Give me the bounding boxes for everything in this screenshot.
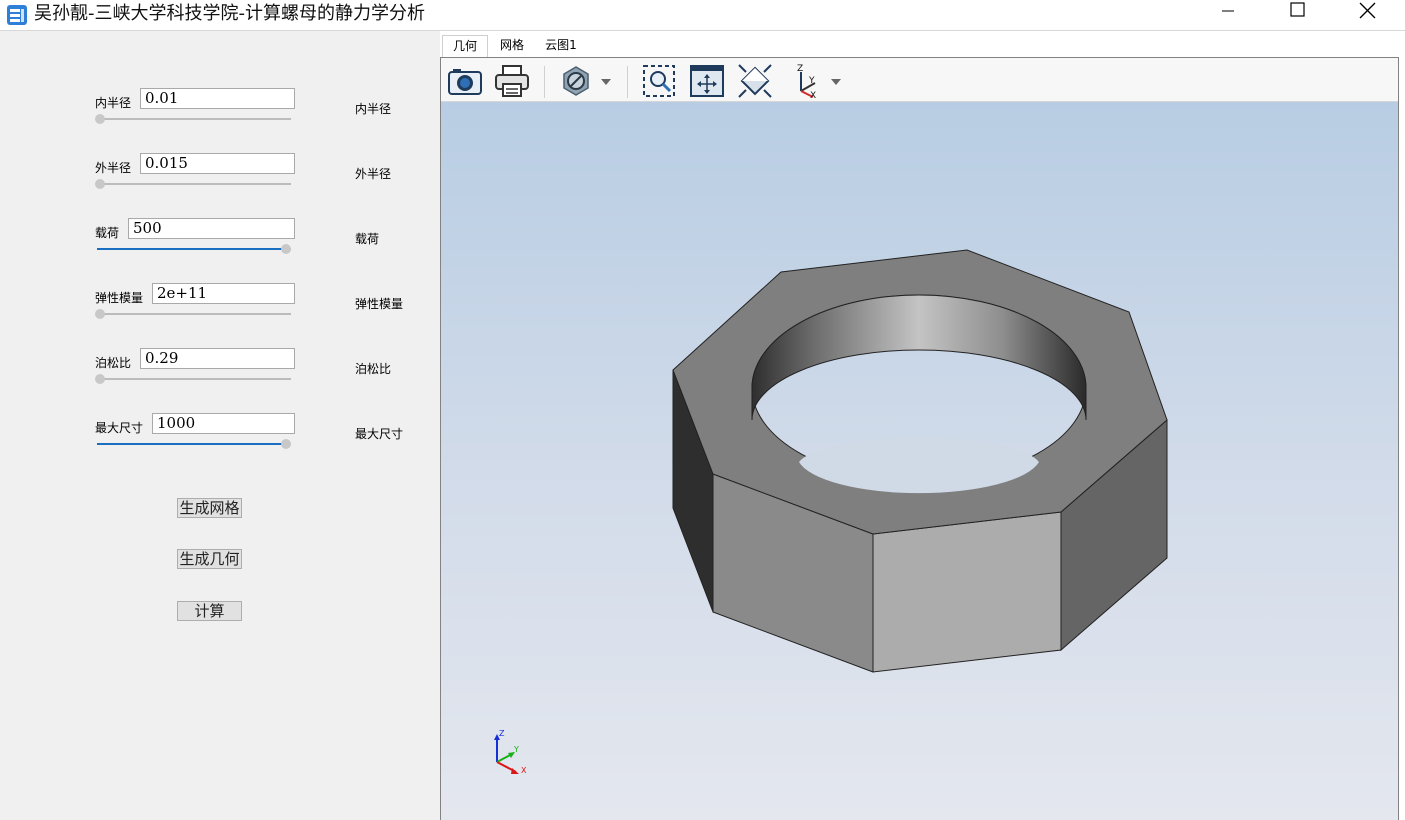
- axis-triad-icon: [494, 734, 519, 774]
- camera-icon[interactable]: [446, 63, 484, 99]
- viewer-panel: 几何 网格 云图1 Z Y X Z Y X: [440, 31, 1405, 820]
- inner-radius-label: 内半径: [95, 96, 132, 110]
- viewer-frame: Z Y X Z Y X: [440, 57, 1399, 820]
- svg-text:X: X: [810, 91, 816, 99]
- slider-thumb[interactable]: [95, 179, 105, 189]
- max-size-slider[interactable]: [97, 438, 293, 452]
- load-slider[interactable]: [97, 243, 293, 257]
- window-edge: [1399, 31, 1405, 820]
- slider-thumb[interactable]: [95, 309, 105, 319]
- tab-geometry[interactable]: 几何: [442, 35, 488, 57]
- tab-contour[interactable]: 云图1: [536, 35, 586, 57]
- slider-fill: [97, 443, 283, 445]
- poisson-ratio-slider[interactable]: [95, 373, 293, 387]
- elastic-modulus-input[interactable]: 2e+11: [152, 283, 295, 304]
- print-icon[interactable]: [493, 63, 531, 99]
- generate-geometry-button[interactable]: 生成几何: [177, 549, 242, 569]
- outer-radius-label: 外半径: [95, 161, 132, 175]
- view-orientation-icon[interactable]: Z Y X: [787, 63, 845, 99]
- tab-mesh[interactable]: 网格: [490, 35, 534, 57]
- title-bar: 吴孙靓-三峡大学科技学院-计算螺母的静力学分析: [0, 0, 1405, 30]
- elastic-modulus-slider[interactable]: [95, 308, 293, 322]
- triad-y-label: Y: [514, 745, 519, 754]
- display-mode-icon[interactable]: [558, 63, 616, 99]
- outer-radius-display: 外半径: [355, 167, 392, 181]
- parameter-panel: 内半径 0.01 内半径 外半径 0.015 外半径 载荷 500 载荷 弹性模…: [0, 31, 440, 820]
- zoom-box-icon[interactable]: [641, 63, 677, 99]
- hex-nut-model[interactable]: [441, 102, 1398, 820]
- load-label: 载荷: [95, 226, 120, 240]
- param-max-size: 最大尺寸 1000 最大尺寸: [0, 413, 440, 480]
- triad-z-label: Z: [499, 729, 505, 738]
- param-poisson-ratio: 泊松比 0.29 泊松比: [0, 348, 440, 415]
- triad-x-label: X: [521, 766, 527, 775]
- outer-radius-input[interactable]: 0.015: [140, 153, 295, 174]
- minimize-icon[interactable]: [1205, 0, 1251, 22]
- viewer-toolbar: Z Y X: [441, 58, 1398, 102]
- generate-mesh-button[interactable]: 生成网格: [177, 498, 242, 518]
- tab-bar: 几何 网格 云图1: [440, 35, 1398, 57]
- inner-radius-slider[interactable]: [95, 113, 293, 127]
- max-size-input[interactable]: 1000: [152, 413, 295, 434]
- elastic-modulus-display: 弹性模量: [355, 297, 404, 311]
- max-size-display: 最大尺寸: [355, 427, 404, 441]
- elastic-modulus-label: 弹性模量: [95, 291, 144, 305]
- svg-text:Y: Y: [808, 76, 815, 86]
- svg-text:Z: Z: [797, 64, 803, 74]
- nut-face-front: [872, 511, 1062, 673]
- 3d-viewport[interactable]: Z Y X: [441, 102, 1398, 820]
- max-size-label: 最大尺寸: [95, 421, 144, 435]
- fit-all-icon[interactable]: [689, 63, 725, 99]
- slider-thumb[interactable]: [281, 439, 291, 449]
- outer-radius-slider[interactable]: [95, 178, 293, 192]
- compute-button[interactable]: 计算: [177, 601, 242, 621]
- slider-thumb[interactable]: [95, 374, 105, 384]
- load-display: 载荷: [355, 232, 380, 246]
- inner-radius-display: 内半径: [355, 102, 392, 116]
- param-outer-radius: 外半径 0.015 外半径: [0, 153, 440, 220]
- slider-fill: [97, 248, 283, 250]
- load-input[interactable]: 500: [128, 218, 295, 239]
- poisson-ratio-label: 泊松比: [95, 356, 132, 370]
- app-icon: [7, 5, 27, 25]
- param-inner-radius: 内半径 0.01 内半径: [0, 88, 440, 155]
- maximize-icon[interactable]: [1274, 0, 1320, 22]
- param-load: 载荷 500 载荷: [0, 218, 440, 285]
- zoom-extents-icon[interactable]: [737, 63, 773, 99]
- inner-radius-input[interactable]: 0.01: [140, 88, 295, 109]
- poisson-ratio-display: 泊松比: [355, 362, 392, 376]
- slider-thumb[interactable]: [95, 114, 105, 124]
- close-icon[interactable]: [1344, 0, 1390, 22]
- window-title: 吴孙靓-三峡大学科技学院-计算螺母的静力学分析: [34, 3, 425, 24]
- poisson-ratio-input[interactable]: 0.29: [140, 348, 295, 369]
- param-elastic-modulus: 弹性模量 2e+11 弹性模量: [0, 283, 440, 350]
- slider-thumb[interactable]: [281, 244, 291, 254]
